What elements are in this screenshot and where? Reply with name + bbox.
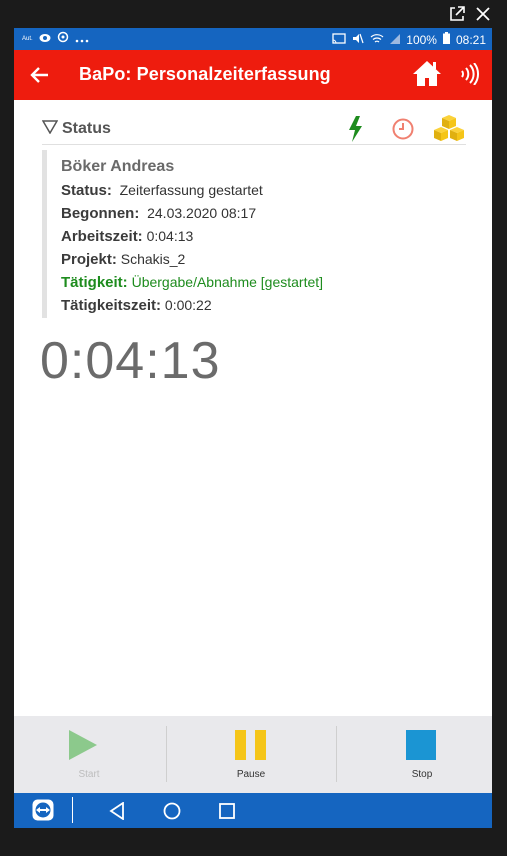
project-value: Schakis_2: [120, 251, 186, 267]
open-external-icon[interactable]: [449, 6, 465, 22]
nav-recents-icon[interactable]: [219, 803, 235, 824]
worktime-label: Arbeitszeit:: [61, 228, 143, 245]
large-timer: 0:04:13: [40, 332, 221, 390]
battery-icon: [442, 32, 450, 47]
app-bar: BaPo: Personalzeiterfassung: [14, 50, 492, 100]
employee-name: Böker Andreas: [61, 158, 175, 175]
toolbar-divider: [336, 726, 337, 782]
sync-icon: [57, 31, 69, 46]
window-frame: [0, 0, 507, 28]
start-label: Start: [78, 769, 100, 780]
back-arrow-icon[interactable]: [28, 63, 52, 87]
activity-label: Tätigkeit:: [61, 274, 128, 291]
stop-button[interactable]: Stop: [347, 716, 492, 793]
status-left-text: Aut.: [22, 35, 33, 42]
nav-home-icon[interactable]: [163, 802, 181, 825]
home-icon[interactable]: [412, 59, 442, 92]
navigation-bar: [14, 793, 492, 828]
status-value: Zeiterfassung gestartet: [119, 182, 263, 198]
stop-label: Stop: [411, 769, 433, 780]
started-label: Begonnen:: [61, 205, 140, 222]
mute-icon: [352, 33, 364, 47]
started-row: Begonnen: 24.03.2020 08:17: [61, 205, 256, 222]
section-title: Status: [62, 120, 111, 137]
clock-time: 08:21: [455, 32, 486, 47]
status-row: Status: Zeiterfassung gestartet: [61, 182, 263, 199]
wifi-icon: [370, 33, 384, 47]
activitytime-row: Tätigkeitszeit: 0:00:22: [61, 297, 212, 314]
pause-label: Pause: [236, 769, 266, 780]
clock-icon[interactable]: [392, 118, 414, 145]
activitytime-label: Tätigkeitszeit:: [61, 297, 162, 314]
start-button[interactable]: Start: [14, 716, 164, 793]
status-info-panel: Böker Andreas Status: Zeiterfassung gest…: [42, 150, 467, 318]
worktime-value: 0:04:13: [146, 228, 194, 244]
play-icon: [68, 730, 98, 765]
phone-screen: Aut. 100% 08:21 BaPo: Personalzeiterfass…: [14, 28, 492, 828]
boxes-icon[interactable]: [432, 114, 466, 147]
nav-back-icon[interactable]: [109, 801, 125, 825]
pause-icon: [235, 730, 267, 765]
worktime-row: Arbeitszeit: 0:04:13: [61, 228, 193, 245]
status-section-header[interactable]: Status: [41, 114, 466, 147]
started-value: 24.03.2020 08:17: [147, 205, 257, 221]
activity-row: Tätigkeit: Übergabe/Abnahme [gestartet]: [61, 274, 323, 291]
activitytime-value: 0:00:22: [164, 297, 212, 313]
stop-icon: [406, 730, 436, 765]
status-bar: Aut. 100% 08:21: [14, 28, 492, 50]
toolbar-divider: [166, 726, 167, 782]
project-row: Projekt: Schakis_2: [61, 251, 185, 268]
battery-label: 100%: [406, 32, 437, 47]
lightning-icon[interactable]: [347, 116, 363, 147]
activity-value: Übergabe/Abnahme [gestartet]: [131, 274, 324, 290]
nfc-icon[interactable]: [459, 62, 481, 90]
cast-icon: [332, 32, 346, 47]
pause-button[interactable]: Pause: [176, 716, 326, 793]
close-icon[interactable]: [475, 6, 491, 22]
eye-icon: [39, 32, 51, 46]
more-dots-icon: [75, 32, 89, 46]
page-title: BaPo: Personalzeiterfassung: [79, 64, 331, 84]
signal-icon: [390, 33, 401, 47]
collapse-triangle-icon[interactable]: [41, 120, 59, 139]
status-label: Status:: [61, 182, 112, 199]
teamviewer-icon[interactable]: [32, 799, 54, 826]
nav-divider: [72, 797, 73, 823]
action-toolbar: Start Pause Stop: [14, 716, 492, 793]
project-label: Projekt:: [61, 251, 117, 268]
